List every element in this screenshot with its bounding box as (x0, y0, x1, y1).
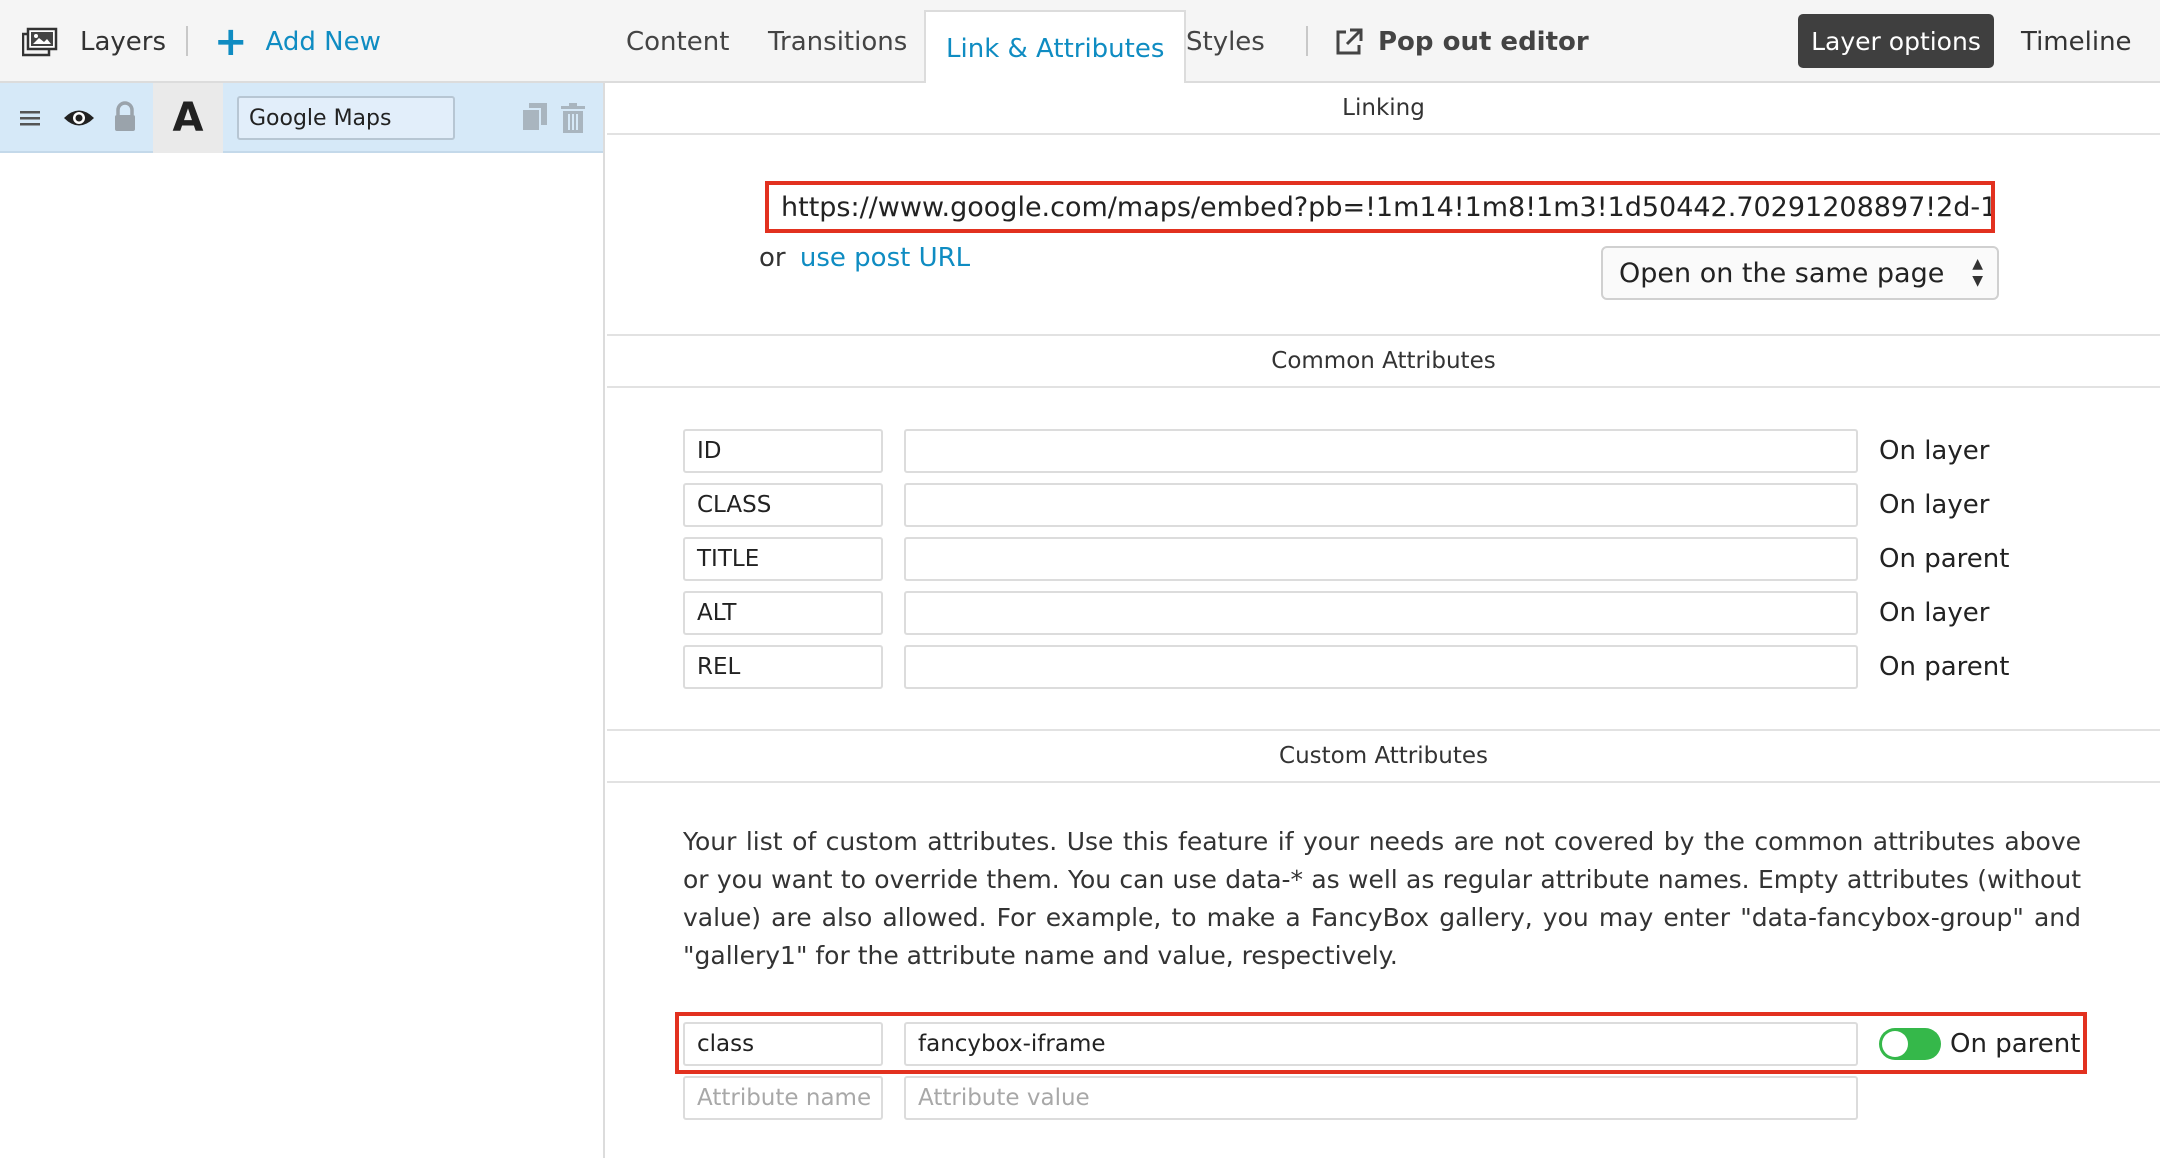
attr-scope-class[interactable]: On layer (1879, 483, 1989, 527)
top-toolbar: Layers + Add New Content Transitions Lin… (0, 0, 2160, 85)
link-target-select[interactable]: Open on the same page ▲ ▼ (1601, 246, 1999, 300)
external-link-icon (1336, 28, 1363, 54)
tab-link-attributes[interactable]: Link & Attributes (924, 10, 1187, 85)
layers-label: Layers (80, 26, 167, 57)
new-attr-name-input[interactable]: Attribute name (683, 1076, 883, 1120)
or-text: or (759, 243, 786, 273)
pop-out-editor-label: Pop out editor (1378, 26, 1589, 57)
tab-transitions[interactable]: Transitions (768, 0, 907, 83)
trash-icon[interactable] (560, 102, 586, 134)
use-post-url-link[interactable]: use post URL (800, 243, 970, 273)
use-post-url-row: or use post URL (759, 243, 970, 273)
layer-row[interactable]: A Google Maps (0, 83, 603, 153)
custom-attr-name-input[interactable]: class (683, 1022, 883, 1066)
on-parent-toggle[interactable] (1879, 1028, 1941, 1060)
common-attributes-header: Common Attributes (607, 336, 2160, 388)
attr-input-class[interactable] (904, 483, 1858, 527)
plus-icon: + (214, 18, 248, 65)
layers-toggle[interactable]: Layers (22, 0, 166, 83)
eye-icon[interactable] (62, 105, 96, 131)
pop-out-editor-button[interactable]: Pop out editor (1334, 0, 1589, 83)
attr-label-title: TITLE (683, 537, 883, 581)
layer-options-button[interactable]: Layer options (1798, 14, 1994, 68)
drag-handle-icon[interactable] (18, 108, 44, 128)
custom-attributes-description: Your list of custom attributes. Use this… (683, 827, 2081, 970)
attr-label-id: ID (683, 429, 883, 473)
toggle-knob (1882, 1031, 1908, 1057)
layers-icon (22, 27, 58, 56)
lock-icon[interactable] (112, 101, 138, 133)
new-attr-value-input[interactable]: Attribute value (904, 1076, 1858, 1120)
attr-label-alt: ALT (683, 591, 883, 635)
tab-content[interactable]: Content (626, 0, 729, 83)
add-new-button[interactable]: + Add New (214, 0, 381, 83)
attr-label-class: CLASS (683, 483, 883, 527)
attr-input-title[interactable] (904, 537, 1858, 581)
attr-scope-rel[interactable]: On parent (1879, 645, 2009, 689)
add-new-label: Add New (265, 26, 381, 57)
attr-scope-id[interactable]: On layer (1879, 429, 1989, 473)
attr-input-alt[interactable] (904, 591, 1858, 635)
attr-scope-alt[interactable]: On layer (1879, 591, 1989, 635)
link-url-input[interactable]: https://www.google.com/maps/embed?pb=!1m… (765, 181, 1995, 233)
attr-input-id[interactable] (904, 429, 1858, 473)
custom-attr-value-input[interactable]: fancybox-iframe (904, 1022, 1858, 1066)
duplicate-icon[interactable] (520, 102, 548, 134)
attr-scope-title[interactable]: On parent (1879, 537, 2009, 581)
layers-panel: A Google Maps (0, 83, 605, 1158)
link-attributes-panel: Linking https://www.google.com/maps/embe… (607, 83, 2160, 1158)
tab-styles[interactable]: Styles (1186, 0, 1265, 83)
text-layer-type-icon: A (153, 83, 223, 153)
attr-input-rel[interactable] (904, 645, 1858, 689)
custom-attributes-header: Custom Attributes (607, 731, 2160, 783)
attr-label-rel: REL (683, 645, 883, 689)
select-arrows-icon: ▲ ▼ (1972, 256, 1983, 289)
toolbar-divider (186, 26, 188, 56)
toolbar-divider (1306, 26, 1308, 56)
link-target-value: Open on the same page (1619, 257, 1945, 289)
linking-header: Linking (607, 83, 2160, 135)
layer-name-input[interactable]: Google Maps (237, 96, 455, 140)
timeline-button[interactable]: Timeline (2021, 0, 2132, 83)
custom-attr-scope: On parent (1950, 1029, 2081, 1059)
